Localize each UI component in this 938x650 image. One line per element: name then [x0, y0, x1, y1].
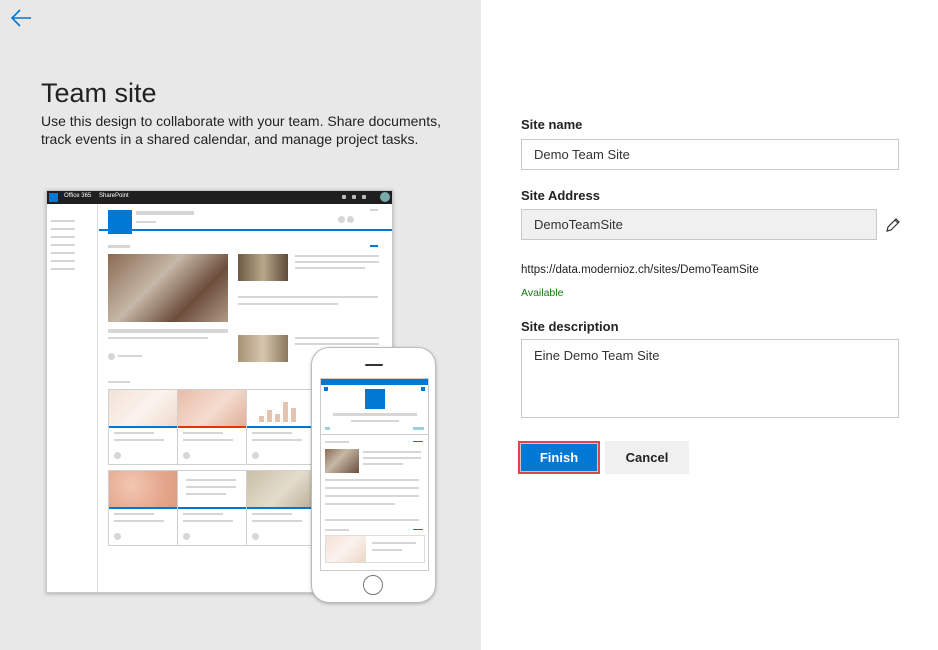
app-launcher-icon: [49, 193, 58, 202]
mobile-preview-image: [311, 347, 436, 603]
help-icon: [362, 195, 366, 199]
pencil-icon[interactable]: [885, 217, 901, 233]
site-name-label: Site name: [521, 117, 583, 132]
home-button-graphic: [363, 575, 383, 595]
news-thumb-image: [238, 254, 288, 281]
suite-bar: Office 365 SharePoint: [47, 191, 392, 204]
preview-left-nav: [47, 204, 98, 592]
document-card: [177, 389, 255, 465]
site-name-input[interactable]: [521, 139, 899, 170]
site-description-input[interactable]: Eine Demo Team Site: [521, 339, 899, 418]
gear-icon: [352, 195, 356, 199]
document-card: [108, 389, 186, 465]
design-description: Use this design to collaborate with your…: [41, 113, 441, 147]
site-url: https://data.modernioz.ch/sites/DemoTeam…: [521, 264, 759, 276]
document-card: [177, 470, 255, 546]
news-thumb-image-2: [238, 335, 288, 362]
avatar: [380, 192, 390, 202]
design-preview-panel: Team site Use this design to collaborate…: [0, 0, 481, 650]
finish-button[interactable]: Finish: [518, 441, 600, 474]
site-address-input[interactable]: [521, 209, 877, 240]
document-card: [108, 470, 186, 546]
cancel-button[interactable]: Cancel: [605, 441, 689, 474]
arrow-left-icon[interactable]: [9, 8, 33, 28]
design-title: Team site: [41, 78, 157, 108]
news-hero-image: [108, 254, 228, 322]
notification-icon: [342, 195, 346, 199]
site-description-label: Site description: [521, 319, 619, 334]
suite-bar-product: SharePoint: [99, 193, 129, 199]
site-address-label: Site Address: [521, 188, 600, 203]
availability-status: Available: [521, 287, 564, 299]
suite-bar-app: Office 365: [64, 193, 92, 199]
